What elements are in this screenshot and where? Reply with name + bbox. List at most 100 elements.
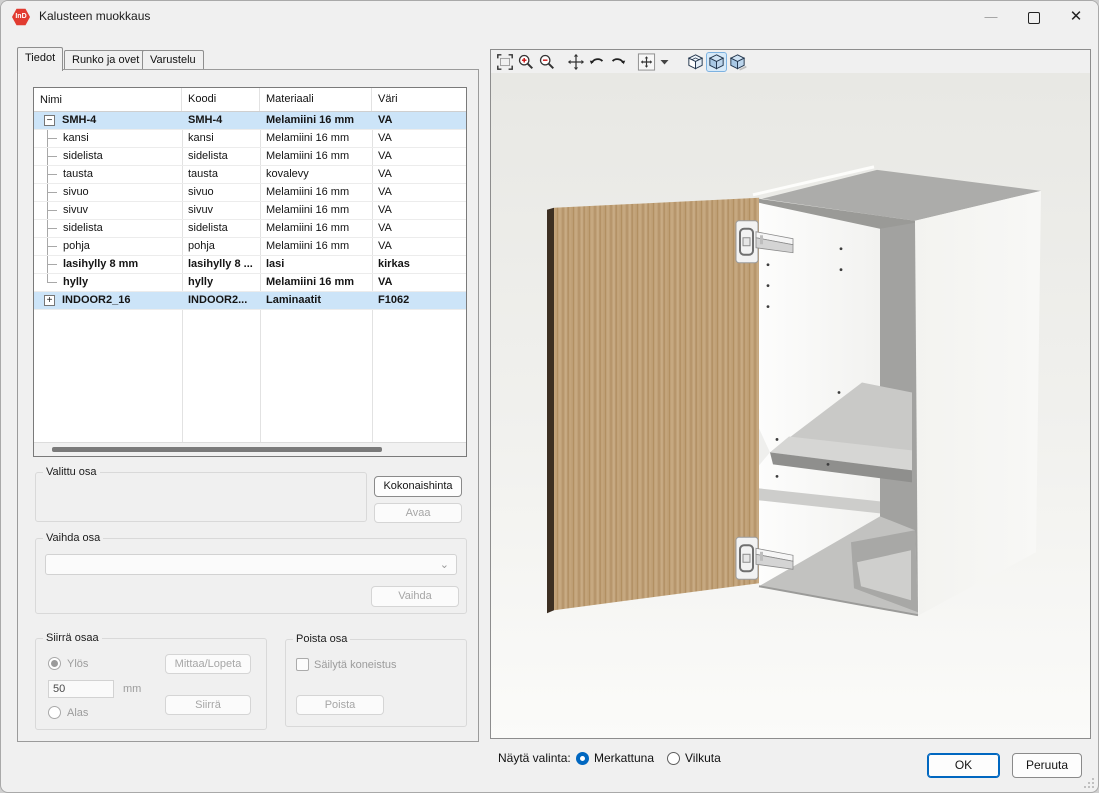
blink-label: Vilkuta xyxy=(685,751,721,765)
table-row[interactable]: sidelistasidelistaMelamiini 16 mmVA xyxy=(34,220,466,238)
part-material: lasi xyxy=(260,256,372,273)
table-row[interactable]: −SMH-4SMH-4Melamiini 16 mmVA xyxy=(34,112,466,130)
replace-button[interactable]: Vaihda xyxy=(371,586,459,607)
part-code: lasihylly 8 ... xyxy=(182,256,260,273)
table-body: −SMH-4SMH-4Melamiini 16 mmVAkansikansiMe… xyxy=(34,112,466,445)
replace-part-combobox[interactable]: ⌄ xyxy=(45,554,457,575)
replace-part-label: Vaihda osa xyxy=(43,532,103,544)
parts-table: Nimi Koodi Materiaali Väri −SMH-4SMH-4Me… xyxy=(33,87,467,457)
move-button[interactable]: Siirrä xyxy=(165,695,251,715)
view-wireframe-button[interactable] xyxy=(685,52,706,72)
pan-button[interactable] xyxy=(565,52,586,72)
view-shaded-button[interactable] xyxy=(706,52,727,72)
radio-dot xyxy=(51,660,58,667)
part-color: VA xyxy=(372,166,466,183)
blink-radio[interactable] xyxy=(667,752,680,765)
view-wireframe-icon xyxy=(686,52,705,71)
view-dropdown-button[interactable] xyxy=(657,52,671,72)
cell-nimi: sidelista xyxy=(34,148,182,165)
open-button[interactable]: Avaa xyxy=(374,503,462,523)
keep-machining-checkbox[interactable] xyxy=(296,658,309,671)
rotate-right-button[interactable] xyxy=(607,52,628,72)
scrollbar-thumb[interactable] xyxy=(52,447,382,452)
table-row[interactable]: pohjapohjaMelamiini 16 mmVA xyxy=(34,238,466,256)
horizontal-scrollbar[interactable] xyxy=(34,442,466,456)
expand-icon[interactable]: + xyxy=(44,295,55,306)
close-button[interactable]: ✕ xyxy=(1061,1,1091,33)
ok-button[interactable]: OK xyxy=(927,753,1000,778)
zoom-in-button[interactable] xyxy=(515,52,536,72)
part-material: Melamiini 16 mm xyxy=(260,274,372,291)
cell-nimi: −SMH-4 xyxy=(34,112,182,129)
marked-label: Merkattuna xyxy=(594,751,654,765)
cell-nimi: sidelista xyxy=(34,220,182,237)
view-toolbar xyxy=(491,50,1090,74)
delete-button[interactable]: Poista xyxy=(296,695,384,715)
part-color: VA xyxy=(372,184,466,201)
maximize-button[interactable] xyxy=(1019,1,1049,33)
tree-connector-icon xyxy=(47,148,61,165)
tab-tiedot[interactable]: Tiedot xyxy=(17,47,63,71)
column-header-nimi[interactable]: Nimi xyxy=(34,88,182,111)
minimize-button[interactable]: — xyxy=(976,1,1006,33)
table-row[interactable]: sivuosivuoMelamiini 16 mmVA xyxy=(34,184,466,202)
column-header-materiaali[interactable]: Materiaali xyxy=(260,88,372,111)
tree-connector-icon xyxy=(47,202,61,219)
part-color: VA xyxy=(372,238,466,255)
part-code: tausta xyxy=(182,166,260,183)
tab-varustelu[interactable]: Varustelu xyxy=(142,50,204,70)
cell-nimi: sivuv xyxy=(34,202,182,219)
zoom-extents-icon xyxy=(496,53,514,71)
cell-nimi: lasihylly 8 mm xyxy=(34,256,182,273)
move-up-radio[interactable] xyxy=(48,657,61,670)
rotate-left-icon xyxy=(588,53,606,71)
part-material: Melamiini 16 mm xyxy=(260,238,372,255)
pan-icon xyxy=(567,53,585,71)
dropdown-caret-icon xyxy=(660,59,669,65)
tab-page: Nimi Koodi Materiaali Väri −SMH-4SMH-4Me… xyxy=(17,69,479,742)
zoom-selection-button[interactable] xyxy=(636,52,657,72)
collapse-icon[interactable]: − xyxy=(44,115,55,126)
table-row[interactable]: +INDOOR2_16INDOOR2...LaminaatitF1062 xyxy=(34,292,466,310)
zoom-extents-button[interactable] xyxy=(494,52,515,72)
view-solid-button[interactable] xyxy=(727,52,748,72)
part-code: sivuo xyxy=(182,184,260,201)
part-code: kansi xyxy=(182,130,260,147)
zoom-out-button[interactable] xyxy=(536,52,557,72)
resize-grip[interactable] xyxy=(1084,778,1094,788)
part-color: kirkas xyxy=(372,256,466,273)
tree-connector-icon xyxy=(47,238,61,255)
tab-runko-ja-ovet[interactable]: Runko ja ovet xyxy=(64,50,147,70)
zoom-out-icon xyxy=(538,53,556,71)
3d-panel xyxy=(490,49,1091,739)
part-material: Melamiini 16 mm xyxy=(260,130,372,147)
rotate-right-icon xyxy=(609,53,627,71)
measure-button[interactable]: Mittaa/Lopeta xyxy=(165,654,251,674)
table-row[interactable]: lasihylly 8 mmlasihylly 8 ...lasikirkas xyxy=(34,256,466,274)
part-code: pohja xyxy=(182,238,260,255)
rotate-left-button[interactable] xyxy=(586,52,607,72)
distance-input[interactable] xyxy=(48,680,114,698)
move-up-label: Ylös xyxy=(67,658,88,670)
move-down-radio[interactable] xyxy=(48,706,61,719)
tree-connector-icon xyxy=(47,166,61,183)
total-price-button[interactable]: Kokonaishinta xyxy=(374,476,462,497)
3d-viewport[interactable] xyxy=(491,73,1090,738)
title-bar[interactable]: InD Kalusteen muokkaus — ✕ xyxy=(1,1,1098,33)
table-row[interactable]: sivuvsivuvMelamiini 16 mmVA xyxy=(34,202,466,220)
table-row[interactable]: sidelistasidelistaMelamiini 16 mmVA xyxy=(34,148,466,166)
cell-nimi: hylly xyxy=(34,274,182,291)
table-header[interactable]: Nimi Koodi Materiaali Väri xyxy=(34,88,466,112)
column-header-vari[interactable]: Väri xyxy=(372,88,466,111)
part-code: sidelista xyxy=(182,148,260,165)
part-material: Melamiini 16 mm xyxy=(260,112,372,129)
table-row[interactable]: kansikansiMelamiini 16 mmVA xyxy=(34,130,466,148)
part-code: INDOOR2... xyxy=(182,292,260,309)
table-row[interactable]: hyllyhyllyMelamiini 16 mmVA xyxy=(34,274,466,292)
cancel-button[interactable]: Peruuta xyxy=(1012,753,1082,778)
table-row[interactable]: taustataustakovalevyVA xyxy=(34,166,466,184)
tree-connector-icon xyxy=(47,130,61,147)
column-header-koodi[interactable]: Koodi xyxy=(182,88,260,111)
delete-part-group: Poista osa Säilytä koneistus Poista xyxy=(285,639,467,727)
marked-radio[interactable] xyxy=(576,752,589,765)
